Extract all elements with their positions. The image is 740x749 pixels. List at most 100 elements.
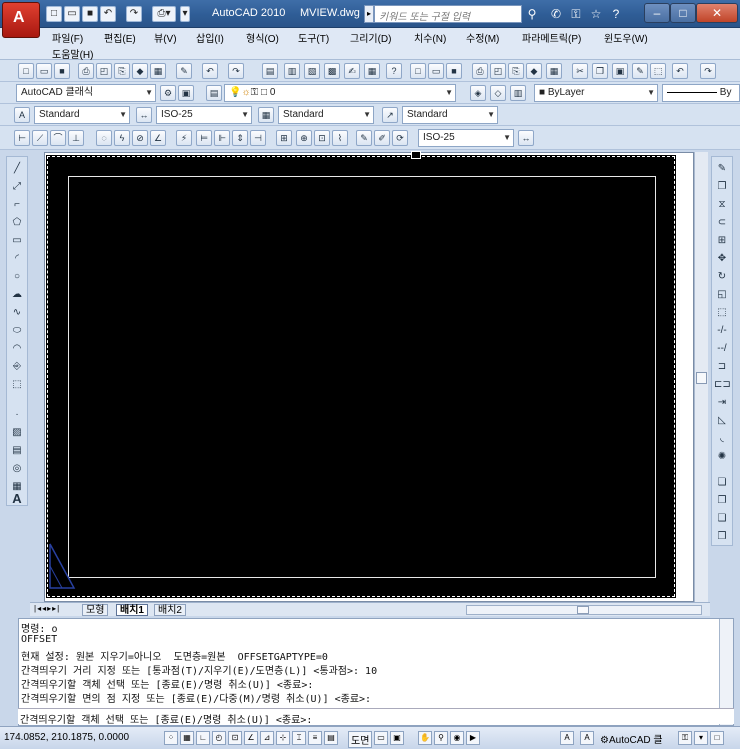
center-mark-icon[interactable]: ⊕ (296, 130, 312, 146)
spline-icon[interactable]: ∿ (9, 305, 25, 321)
ordinate-icon[interactable]: ⊥ (68, 130, 84, 146)
quick-dim-icon[interactable]: ⚡ (176, 130, 192, 146)
ortho-mode-icon[interactable]: ∟ (196, 731, 210, 745)
vertical-scroll-thumb[interactable] (696, 372, 707, 384)
grip-handle[interactable] (411, 151, 421, 159)
dim-break-icon[interactable]: ⊣ (250, 130, 266, 146)
open-icon[interactable]: ▭ (36, 63, 52, 79)
erase-icon[interactable]: ✎ (714, 161, 730, 177)
preview-icon[interactable]: ◰ (96, 63, 112, 79)
tab-layout2[interactable]: 배치2 (154, 604, 186, 616)
arc-icon[interactable]: ◜ (9, 251, 25, 267)
save-icon[interactable]: ■ (82, 6, 98, 22)
quick-view-layouts-icon[interactable]: ▭ (374, 731, 388, 745)
make-current-layer-icon[interactable]: ◈ (470, 85, 486, 101)
radius-icon[interactable]: ◌ (96, 130, 112, 146)
sheet-set-manager-icon[interactable]: ▩ (324, 63, 340, 79)
paste-icon[interactable]: ▣ (612, 63, 628, 79)
coordinates-readout[interactable]: 174.0852, 210.1875, 0.0000 (4, 732, 129, 743)
copy-object-icon[interactable]: ❐ (714, 179, 730, 195)
dim-style-icon[interactable]: ↔ (136, 107, 152, 123)
redo2-icon[interactable]: ↷ (700, 63, 716, 79)
move-icon[interactable]: ✥ (714, 251, 730, 267)
sheet-set-icon[interactable]: ▦ (150, 63, 166, 79)
layer-properties-icon[interactable]: ▤ (206, 85, 222, 101)
workspace-switching[interactable]: ⚙AutoCAD 클 (600, 731, 663, 746)
dim-style-combo-2[interactable]: ISO-25 ▼ (418, 129, 514, 147)
workspace-combo[interactable]: AutoCAD 클래식 ▼ (16, 84, 156, 102)
menu-tools[interactable]: 도구(T) (298, 30, 329, 45)
favorites-star-icon[interactable]: ☆ (588, 6, 604, 22)
trim-icon[interactable]: -/- (714, 323, 730, 339)
polar-tracking-icon[interactable]: ◴ (212, 731, 226, 745)
text-style-combo[interactable]: Standard ▼ (34, 106, 130, 124)
mleader-style-icon[interactable]: ↗ (382, 107, 398, 123)
cut-icon[interactable]: ✂ (572, 63, 588, 79)
vertical-scrollbar[interactable] (694, 152, 708, 602)
offset-icon[interactable]: ⊂ (714, 215, 730, 231)
grid-display-icon[interactable]: ▦ (180, 731, 194, 745)
quick-properties-icon[interactable]: ▤ (324, 731, 338, 745)
menu-edit[interactable]: 편집(E) (104, 30, 136, 45)
3d-dwf2-icon[interactable]: ◆ (526, 63, 542, 79)
plot2-icon[interactable]: ⎙ (472, 63, 488, 79)
maximize-icon[interactable]: □ (670, 3, 696, 23)
region-icon[interactable]: ◎ (9, 461, 25, 477)
scale-icon[interactable]: ◱ (714, 287, 730, 303)
help-icon[interactable]: ? (386, 63, 402, 79)
redo-icon[interactable]: ↷ (228, 63, 244, 79)
paper-model-toggle[interactable]: 도면 (348, 731, 373, 748)
array-icon[interactable]: ⊞ (714, 233, 730, 249)
table-style-combo[interactable]: Standard ▼ (278, 106, 374, 124)
toolbar-lock-icon[interactable]: ⚿ (678, 731, 692, 745)
properties-icon[interactable]: ▤ (262, 63, 278, 79)
diameter-icon[interactable]: ⊘ (132, 130, 148, 146)
application-menu-button[interactable]: A (2, 2, 40, 38)
customize-qat-icon[interactable]: ▾ (180, 6, 190, 22)
inspection-icon[interactable]: ⊡ (314, 130, 330, 146)
calculator-icon[interactable]: ▦ (364, 63, 380, 79)
draw-order-back-icon[interactable]: ❐ (714, 493, 730, 509)
preview2-icon[interactable]: ◰ (490, 63, 506, 79)
table-style-icon[interactable]: ▦ (258, 107, 274, 123)
copy-icon[interactable]: ❐ (592, 63, 608, 79)
break-at-point-icon[interactable]: ⊐ (714, 359, 730, 375)
linear-dim-icon[interactable]: ⊢ (14, 130, 30, 146)
jogged-linear-icon[interactable]: ⌇ (332, 130, 348, 146)
polygon-icon[interactable]: ⬠ (9, 215, 25, 231)
lineweight-icon[interactable]: ≡ (308, 731, 322, 745)
horizontal-scrollbar[interactable] (466, 605, 702, 615)
help-icon[interactable]: ? (608, 6, 624, 22)
color-combo[interactable]: ■ ByLayer ▼ (534, 84, 658, 102)
clean-screen-icon[interactable]: □ (710, 731, 724, 745)
draw-order-front-icon[interactable]: ❏ (714, 475, 730, 491)
layer-previous-icon[interactable]: ◇ (490, 85, 506, 101)
save2-icon[interactable]: ■ (446, 63, 462, 79)
menu-help[interactable]: 도움말(H) (52, 46, 93, 61)
showmotion-icon[interactable]: ▶ (466, 731, 480, 745)
construction-line-icon[interactable]: ⤢ (9, 179, 25, 195)
dim-style-combo[interactable]: ISO-25 ▼ (156, 106, 252, 124)
menu-window[interactable]: 윈도우(W) (604, 30, 648, 45)
join-icon[interactable]: ⇥ (714, 395, 730, 411)
ducs-icon[interactable]: ⊹ (276, 731, 290, 745)
draw-order-under-icon[interactable]: ❒ (714, 529, 730, 545)
baseline-icon[interactable]: ⊨ (196, 130, 212, 146)
subscription-icon[interactable]: ⚿ (568, 6, 584, 22)
break-icon[interactable]: ⊏⊐ (714, 377, 731, 393)
snap-mode-icon[interactable]: ⁘ (164, 731, 178, 745)
dim-space-icon[interactable]: ⇕ (232, 130, 248, 146)
rotate-icon[interactable]: ↻ (714, 269, 730, 285)
rectangle-icon[interactable]: ▭ (9, 233, 25, 249)
tolerance-icon[interactable]: ⊞ (276, 130, 292, 146)
zoom-icon[interactable]: ⚲ (434, 731, 448, 745)
draw-order-above-icon[interactable]: ❑ (714, 511, 730, 527)
continue-icon[interactable]: ⊩ (214, 130, 230, 146)
redo-icon[interactable]: ↷ (126, 6, 142, 22)
menu-draw[interactable]: 그리기(D) (350, 30, 391, 45)
workspace-settings-icon[interactable]: ⚙ (160, 85, 176, 101)
menu-view[interactable]: 뷰(V) (154, 30, 177, 45)
stretch-icon[interactable]: ⬚ (714, 305, 730, 321)
ellipse-arc-icon[interactable]: ◠ (9, 341, 25, 357)
open-icon[interactable]: ▭ (64, 6, 80, 22)
